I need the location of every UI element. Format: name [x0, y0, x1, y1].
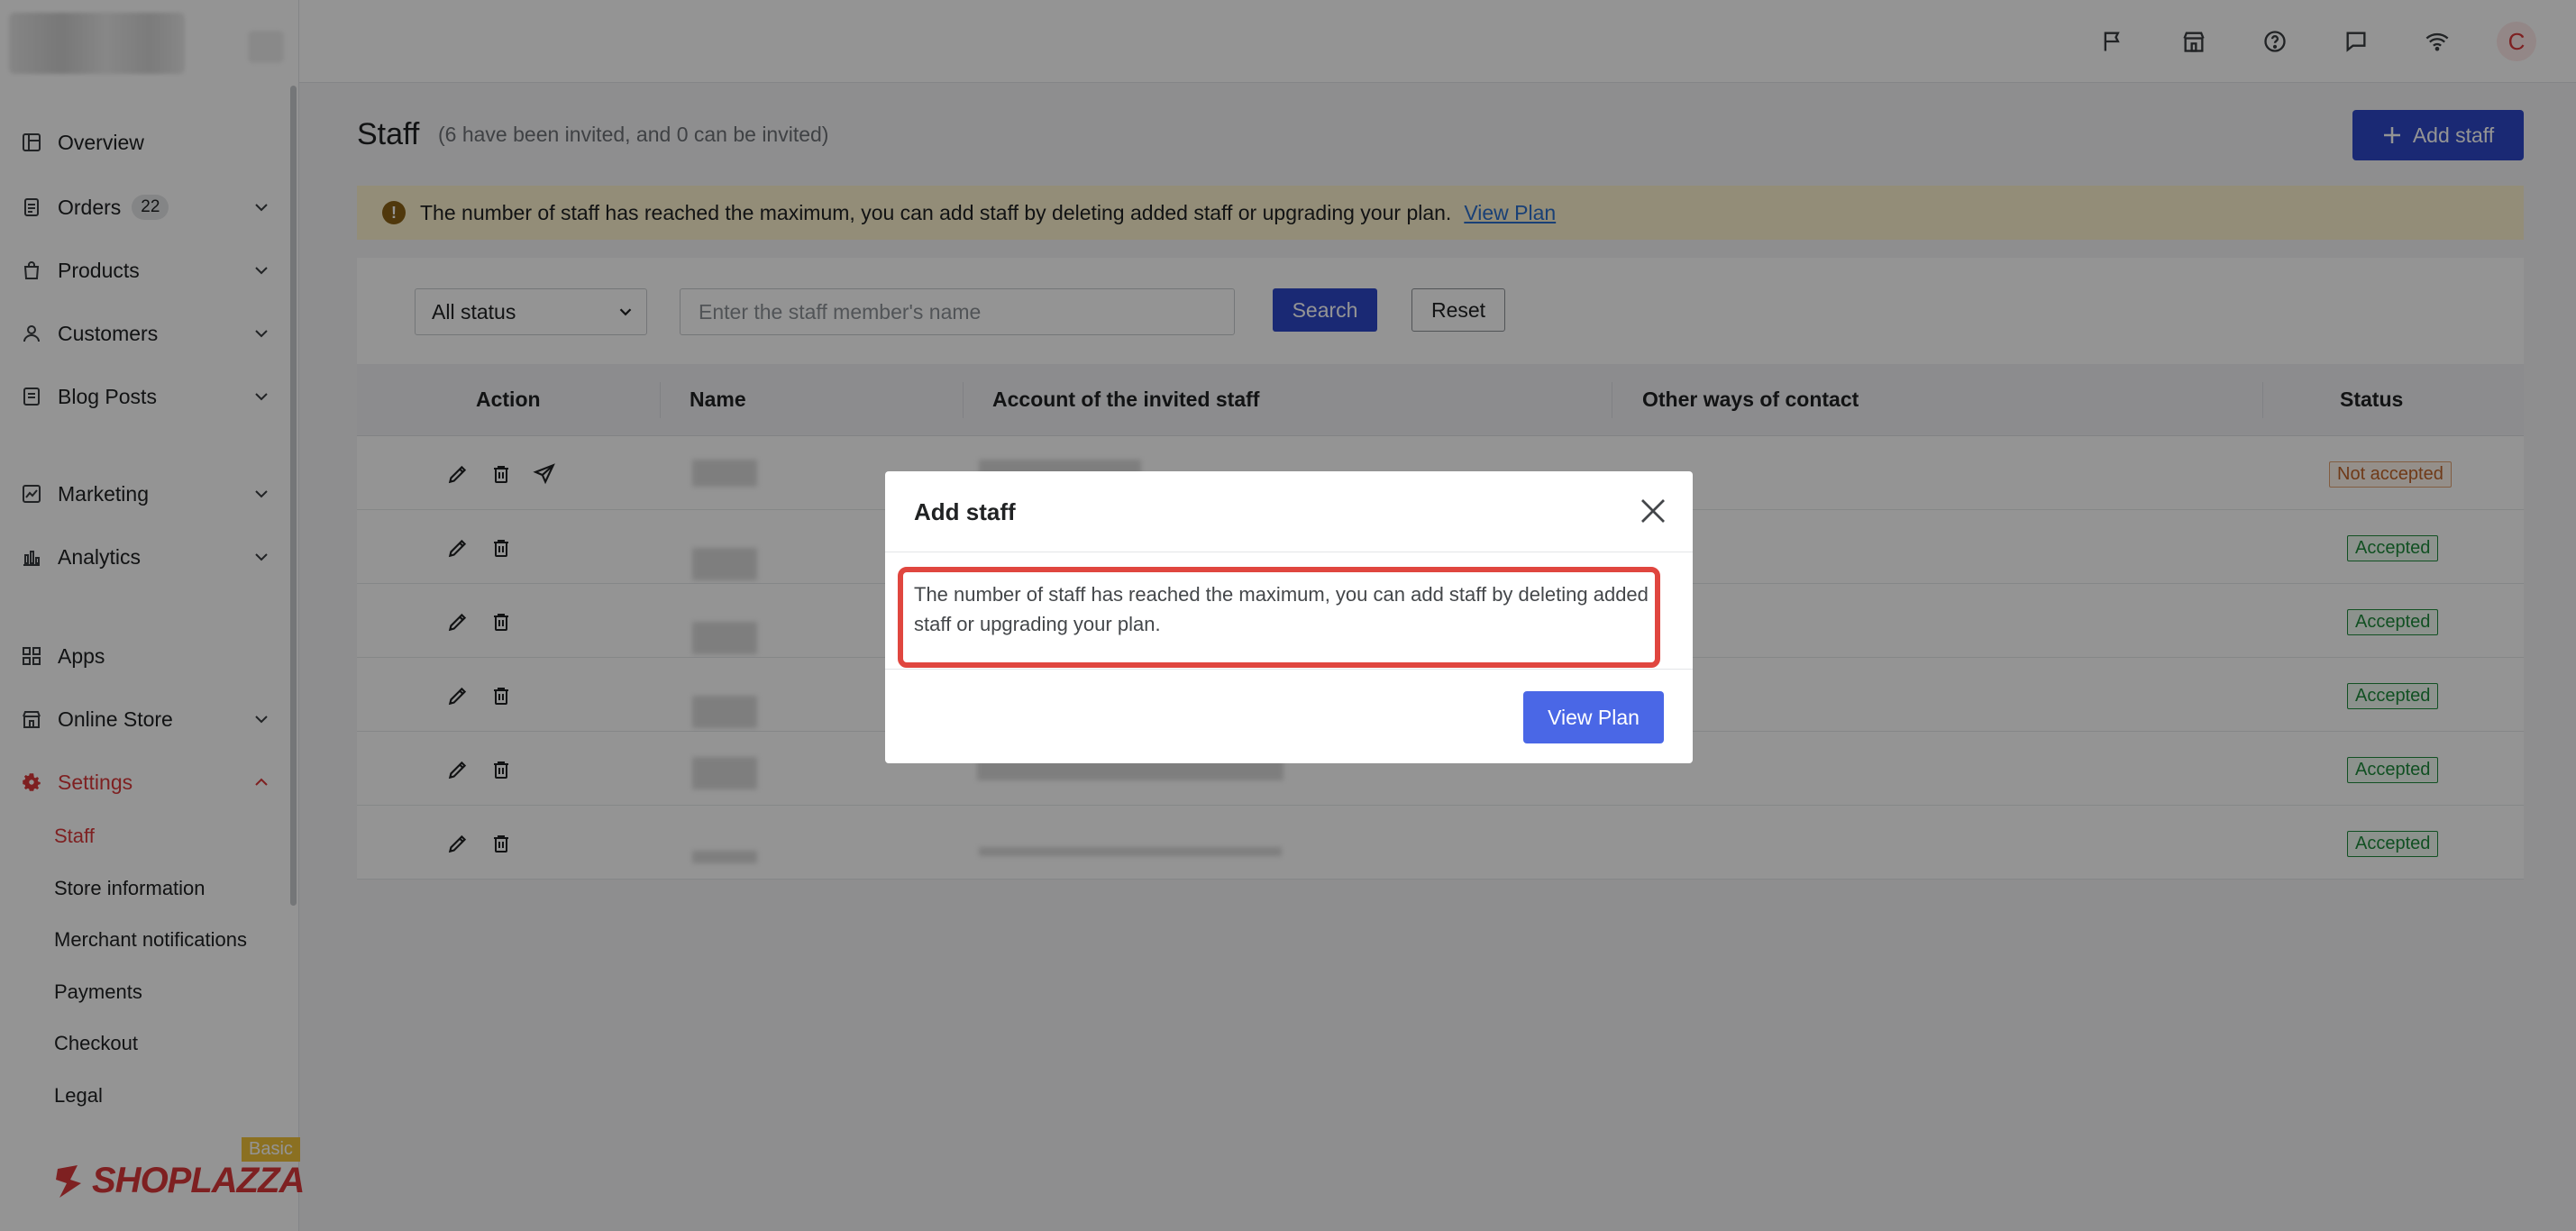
modal-title: Add staff: [914, 498, 1016, 525]
close-icon[interactable]: [1637, 495, 1669, 527]
modal-footer: View Plan: [885, 670, 1693, 763]
modal-message: The number of staff has reached the maxi…: [914, 583, 1649, 635]
add-staff-modal: Add staff The number of staff has reache…: [885, 471, 1693, 763]
view-plan-button[interactable]: View Plan: [1523, 691, 1664, 743]
modal-header: Add staff: [885, 471, 1693, 552]
